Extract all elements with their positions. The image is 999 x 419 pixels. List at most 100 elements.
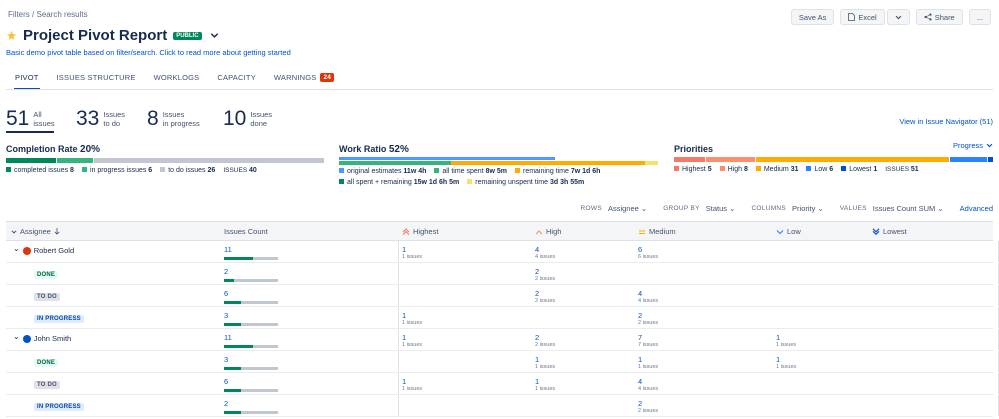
excel-button[interactable]: Excel: [840, 9, 885, 25]
pivot-cell-high[interactable]: 22 issues: [535, 333, 555, 349]
pivot-cell-high[interactable]: 11 issues: [535, 377, 555, 393]
breadcrumb-filters[interactable]: Filters: [8, 10, 30, 19]
pivot-cell-value[interactable]: 2: [638, 399, 658, 408]
header-medium[interactable]: Medium: [638, 227, 676, 236]
header-high[interactable]: High: [535, 227, 561, 236]
pivot-cell-high[interactable]: 11 issues: [535, 355, 555, 371]
excel-label: Excel: [858, 12, 877, 22]
pivot-cell-value[interactable]: 2: [535, 289, 555, 298]
chevron-down-icon[interactable]: [210, 31, 219, 40]
pivot-cell-medium[interactable]: 44 issues: [638, 377, 658, 393]
pivot-cell-value[interactable]: 1: [402, 311, 422, 320]
pivot-cell-value[interactable]: 1: [402, 333, 422, 342]
issues-count-cell[interactable]: 11: [224, 245, 278, 260]
issues-count-value[interactable]: 11: [224, 245, 232, 254]
tab-pivot[interactable]: PIVOT: [6, 70, 48, 90]
pivot-cell-value[interactable]: 1: [402, 245, 422, 254]
pivot-cell-low[interactable]: 11 issues: [776, 355, 796, 371]
pivot-cell-medium[interactable]: 11 issues: [638, 355, 658, 371]
tab-warnings[interactable]: WARNINGS 24: [265, 70, 343, 90]
stat-in-progress[interactable]: 8 Issues in progress: [147, 108, 200, 130]
pivot-cell-value[interactable]: 1: [638, 355, 658, 364]
pivot-cell-high[interactable]: 44 issues: [535, 245, 555, 261]
page-subtitle-link[interactable]: Basic demo pivot table based on filter/s…: [6, 48, 291, 57]
stat-done[interactable]: 10 Issues done: [223, 108, 272, 130]
tab-worklogs[interactable]: WORKLOGS: [145, 70, 209, 90]
issues-count-value[interactable]: 6: [224, 377, 228, 386]
advanced-link[interactable]: Advanced: [960, 204, 993, 213]
pivot-cell-value[interactable]: 2: [535, 333, 555, 342]
issues-count-value[interactable]: 3: [224, 311, 228, 320]
pivot-cell-value[interactable]: 1: [402, 377, 422, 386]
group-by-select[interactable]: Status ⌄: [706, 204, 736, 213]
issues-count-value[interactable]: 3: [224, 355, 228, 364]
pivot-cell-value[interactable]: 4: [638, 289, 658, 298]
header-assignee[interactable]: Assignee: [11, 227, 60, 236]
priorities-mode-dropdown[interactable]: Progress: [953, 141, 993, 150]
issues-count-cell[interactable]: 6: [224, 289, 278, 304]
pivot-cell-medium[interactable]: 44 issues: [638, 289, 658, 305]
header-highest[interactable]: Highest: [402, 227, 438, 236]
issues-count-cell[interactable]: 3: [224, 355, 278, 370]
header-low[interactable]: Low: [776, 227, 801, 236]
assignee-cell[interactable]: ⌄ John Smith: [13, 332, 71, 343]
pivot-cell-value[interactable]: 2: [638, 311, 658, 320]
pivot-cell-value[interactable]: 2: [535, 267, 555, 276]
issues-count-cell[interactable]: 2: [224, 267, 278, 282]
share-button[interactable]: Share: [915, 9, 963, 25]
rows-select[interactable]: Assignee ⌄: [608, 204, 647, 213]
pivot-cell-highest[interactable]: 11 issues: [402, 377, 422, 393]
issues-count-cell[interactable]: 3: [224, 311, 278, 326]
pivot-cell-medium[interactable]: 77 issues: [638, 333, 658, 349]
header-issues-count[interactable]: Issues Count: [224, 227, 268, 236]
assignee-row[interactable]: ⌄ Robert Gold 11 1 1 issues 4 4 issues 6 6 issue…: [6, 241, 999, 263]
tab-capacity[interactable]: CAPACITY: [208, 70, 265, 90]
issues-count-value[interactable]: 2: [224, 267, 228, 276]
status-row[interactable]: DONE 3 1 1 issues 1 1 issues 1 1 issues: [6, 351, 999, 373]
status-row[interactable]: IN PROGRESS 2 2 2 issues: [6, 395, 999, 417]
pivot-cell-highest[interactable]: 11 issues: [402, 311, 422, 327]
stat-all-issues[interactable]: 51 All issues: [6, 108, 55, 130]
pivot-cell-value[interactable]: 1: [776, 355, 796, 364]
issues-count-value[interactable]: 2: [224, 399, 228, 408]
chevron-down-icon[interactable]: ⌄: [13, 332, 20, 341]
pivot-cell-medium[interactable]: 22 issues: [638, 311, 658, 327]
status-row[interactable]: TO DO 6 2 2 issues 4 4 issues: [6, 285, 999, 307]
columns-select[interactable]: Priority ⌄: [792, 204, 824, 213]
assignee-row[interactable]: ⌄ John Smith 11 1 1 issues 2 2 issues 7 7 issues…: [6, 329, 999, 351]
pivot-cell-value[interactable]: 4: [535, 245, 555, 254]
pivot-cell-medium[interactable]: 66 issues: [638, 245, 658, 261]
original-estimates-bar: [339, 157, 555, 160]
pivot-cell-high[interactable]: 22 issues: [535, 289, 555, 305]
issues-count-cell[interactable]: 6: [224, 377, 278, 392]
issues-count-cell[interactable]: 2: [224, 399, 278, 414]
star-icon[interactable]: [6, 30, 17, 41]
pivot-cell-value[interactable]: 1: [776, 333, 796, 342]
status-row[interactable]: DONE 2 2 2 issues: [6, 263, 999, 285]
issues-count-cell[interactable]: 11: [224, 333, 278, 348]
tab-issues-structure[interactable]: ISSUES STRUCTURE: [48, 70, 145, 90]
issues-count-value[interactable]: 6: [224, 289, 228, 298]
header-lowest[interactable]: Lowest: [872, 227, 907, 236]
view-in-issue-navigator-link[interactable]: View in Issue Navigator (51): [899, 117, 993, 126]
pivot-cell-value[interactable]: 1: [535, 355, 555, 364]
stat-todo[interactable]: 33 Issues to do: [76, 108, 125, 130]
pivot-cell-highest[interactable]: 11 issues: [402, 245, 422, 261]
pivot-cell-value[interactable]: 7: [638, 333, 658, 342]
pivot-cell-value[interactable]: 4: [638, 377, 658, 386]
status-row[interactable]: IN PROGRESS 3 1 1 issues 2 2 issues: [6, 307, 999, 329]
pivot-cell-low[interactable]: 11 issues: [776, 333, 796, 349]
pivot-cell-value[interactable]: 6: [638, 245, 658, 254]
assignee-cell[interactable]: ⌄ Robert Gold: [13, 244, 74, 255]
status-row[interactable]: TO DO 6 1 1 issues 1 1 issues 4 4 issues: [6, 373, 999, 395]
chevron-down-icon[interactable]: ⌄: [13, 244, 20, 253]
pivot-cell-medium[interactable]: 22 issues: [638, 399, 658, 415]
save-as-button[interactable]: Save As: [790, 9, 835, 25]
pivot-cell-value[interactable]: 1: [535, 377, 555, 386]
more-button[interactable]: ...: [968, 9, 991, 25]
pivot-cell-highest[interactable]: 11 issues: [402, 333, 422, 349]
values-select[interactable]: Issues Count SUM ⌄: [873, 204, 944, 213]
pivot-cell-high[interactable]: 22 issues: [535, 267, 555, 283]
issues-count-value[interactable]: 11: [224, 333, 232, 342]
excel-dropdown-button[interactable]: [886, 9, 910, 25]
